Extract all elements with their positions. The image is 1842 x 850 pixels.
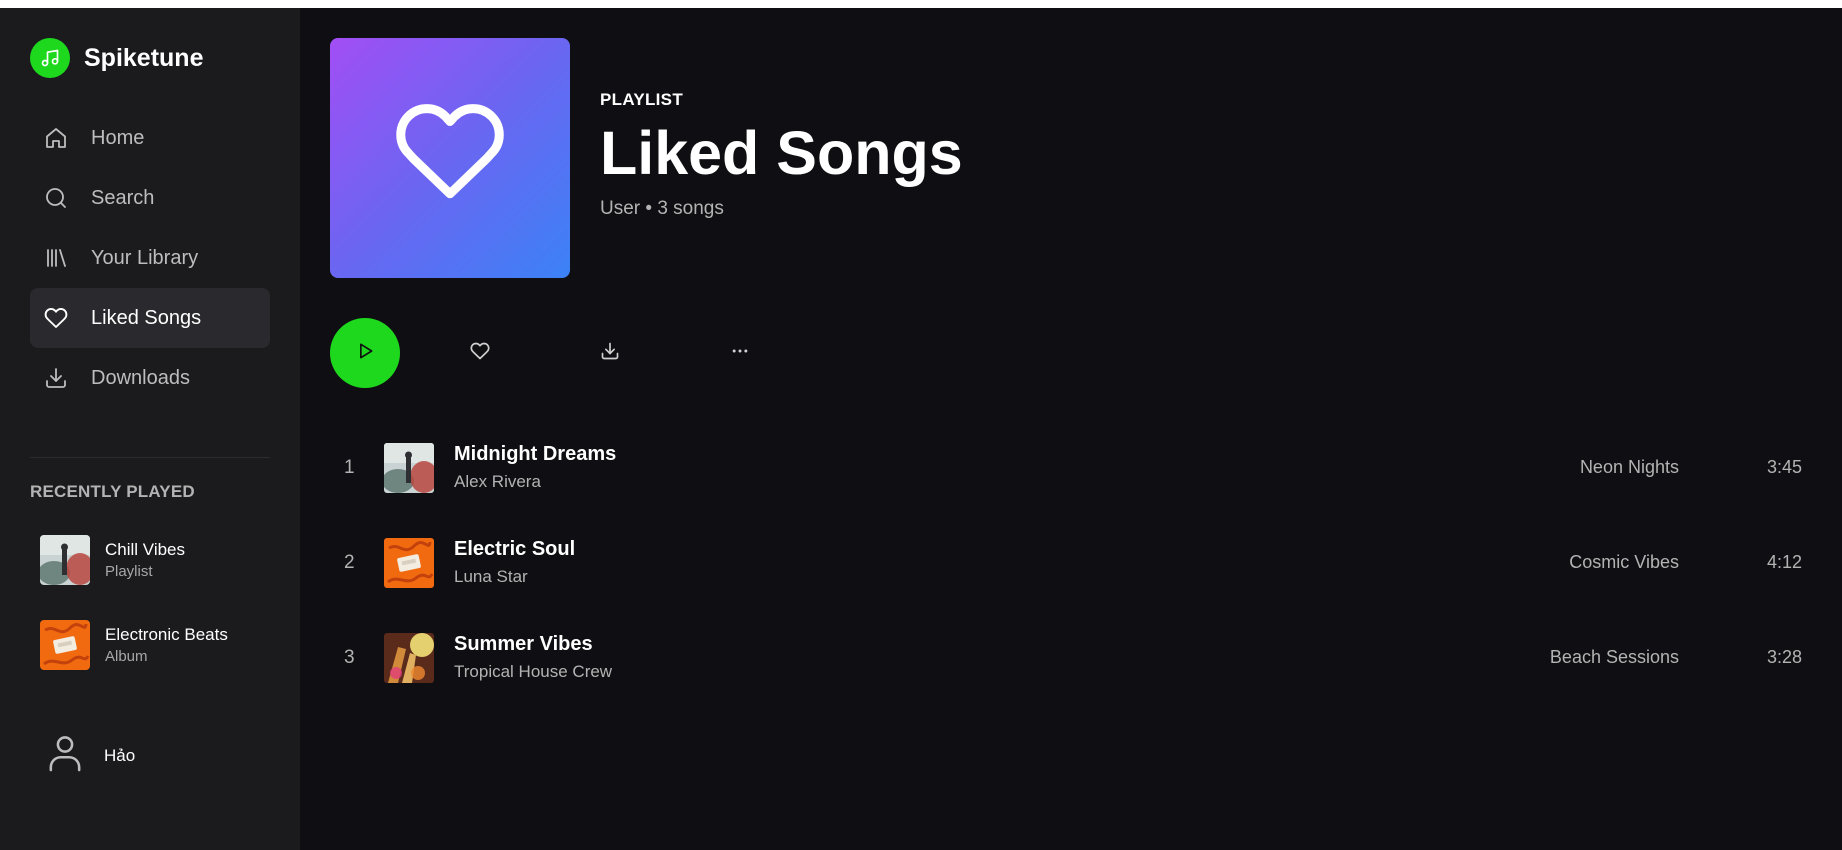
nav-item-label: Home: [91, 126, 145, 149]
nav-item-search[interactable]: Search: [30, 168, 270, 228]
track-number: 2: [344, 551, 355, 573]
page-title: Liked Songs: [600, 119, 963, 187]
more-options-button[interactable]: [720, 333, 760, 373]
track-duration: 3:45: [1766, 457, 1802, 477]
track-info: Electric Soul Luna Star: [454, 538, 575, 587]
track-album[interactable]: Beach Sessions: [1550, 647, 1679, 668]
track-info: Midnight Dreams Alex Rivera: [454, 443, 616, 492]
playlist-meta: User • 3 songs: [600, 198, 724, 219]
nav-item-home[interactable]: Home: [30, 108, 270, 168]
nav-item-liked-songs[interactable]: Liked Songs: [30, 288, 270, 348]
track-artist[interactable]: Luna Star: [454, 567, 575, 587]
recent-item-type: Playlist: [105, 563, 153, 580]
heart-icon: [470, 341, 490, 366]
music-note-icon: [30, 38, 70, 78]
track-row[interactable]: 1 Midnight Dreams Alex Rivera Neon Night…: [330, 420, 1832, 515]
recent-item-cover: [40, 535, 90, 585]
recent-item-cover: [40, 620, 90, 670]
user-profile[interactable]: Hảo: [48, 734, 135, 777]
brand[interactable]: Spiketune: [30, 38, 203, 78]
main-content: PLAYLIST Liked Songs User • 3 songs 1 Mi…: [300, 8, 1842, 850]
recent-item-name: Chill Vibes: [105, 540, 186, 559]
download-button[interactable]: [590, 333, 630, 373]
heart-icon: [44, 303, 74, 333]
recent-item[interactable]: Chill Vibes Playlist: [40, 534, 270, 586]
nav-item-label: Search: [91, 186, 155, 209]
sidebar-divider: [30, 457, 270, 458]
nav-item-label: Liked Songs: [91, 306, 202, 329]
track-cover: [384, 632, 434, 683]
nav-item-label: Your Library: [91, 246, 199, 269]
playlist-controls: [330, 318, 760, 388]
track-artist[interactable]: Alex Rivera: [454, 472, 616, 492]
brand-name: Spiketune: [84, 43, 204, 72]
playlist-cover: [330, 38, 570, 278]
track-number: 1: [344, 456, 355, 478]
like-button[interactable]: [460, 333, 500, 373]
playlist-type: PLAYLIST: [600, 90, 684, 109]
track-title: Summer Vibes: [454, 633, 593, 655]
sidebar: Spiketune Home Search Your Library Liked…: [0, 8, 300, 850]
track-list: 1 Midnight Dreams Alex Rivera Neon Night…: [330, 420, 1832, 705]
recently-played-list: Chill Vibes Playlist Electronic Beats Al…: [40, 534, 270, 704]
track-album[interactable]: Cosmic Vibes: [1569, 552, 1679, 573]
home-icon: [44, 123, 74, 153]
play-button[interactable]: [330, 318, 400, 388]
recent-item-type: Album: [105, 648, 148, 665]
track-artist[interactable]: Tropical House Crew: [454, 662, 612, 682]
user-name: Hảo: [104, 745, 136, 765]
recent-item-text: Chill Vibes Playlist: [105, 540, 185, 580]
main-nav: Home Search Your Library Liked Songs Dow…: [30, 108, 270, 408]
track-cover: [384, 442, 434, 493]
recent-item-text: Electronic Beats Album: [105, 625, 228, 665]
track-title: Midnight Dreams: [454, 443, 617, 465]
recent-item[interactable]: Electronic Beats Album: [40, 619, 270, 671]
library-icon: [44, 243, 74, 273]
track-number: 3: [344, 646, 355, 668]
track-row[interactable]: 2 Electric Soul Luna Star Cosmic Vibes 4…: [330, 515, 1832, 610]
user-icon: [48, 734, 82, 777]
track-title: Electric Soul: [454, 538, 576, 560]
heart-icon: [392, 103, 508, 213]
app-window: Spiketune Home Search Your Library Liked…: [0, 8, 1842, 850]
track-info: Summer Vibes Tropical House Crew: [454, 633, 612, 682]
download-icon: [44, 363, 74, 393]
recently-played-heading: RECENTLY PLAYED: [30, 482, 195, 501]
playlist-header: PLAYLIST Liked Songs User • 3 songs: [600, 90, 963, 220]
track-cover: [384, 537, 434, 588]
more-icon: [730, 341, 750, 366]
nav-item-downloads[interactable]: Downloads: [30, 348, 270, 408]
track-album[interactable]: Neon Nights: [1580, 457, 1679, 478]
play-icon: [355, 341, 375, 366]
nav-item-label: Downloads: [91, 366, 190, 389]
download-icon: [600, 341, 620, 366]
track-row[interactable]: 3 Summer Vibes Tropical House Crew Beach…: [330, 610, 1832, 705]
track-duration: 4:12: [1766, 552, 1802, 572]
nav-item-library[interactable]: Your Library: [30, 228, 270, 288]
search-icon: [44, 183, 74, 213]
recent-item-name: Electronic Beats: [105, 625, 228, 644]
track-duration: 3:28: [1766, 647, 1802, 667]
